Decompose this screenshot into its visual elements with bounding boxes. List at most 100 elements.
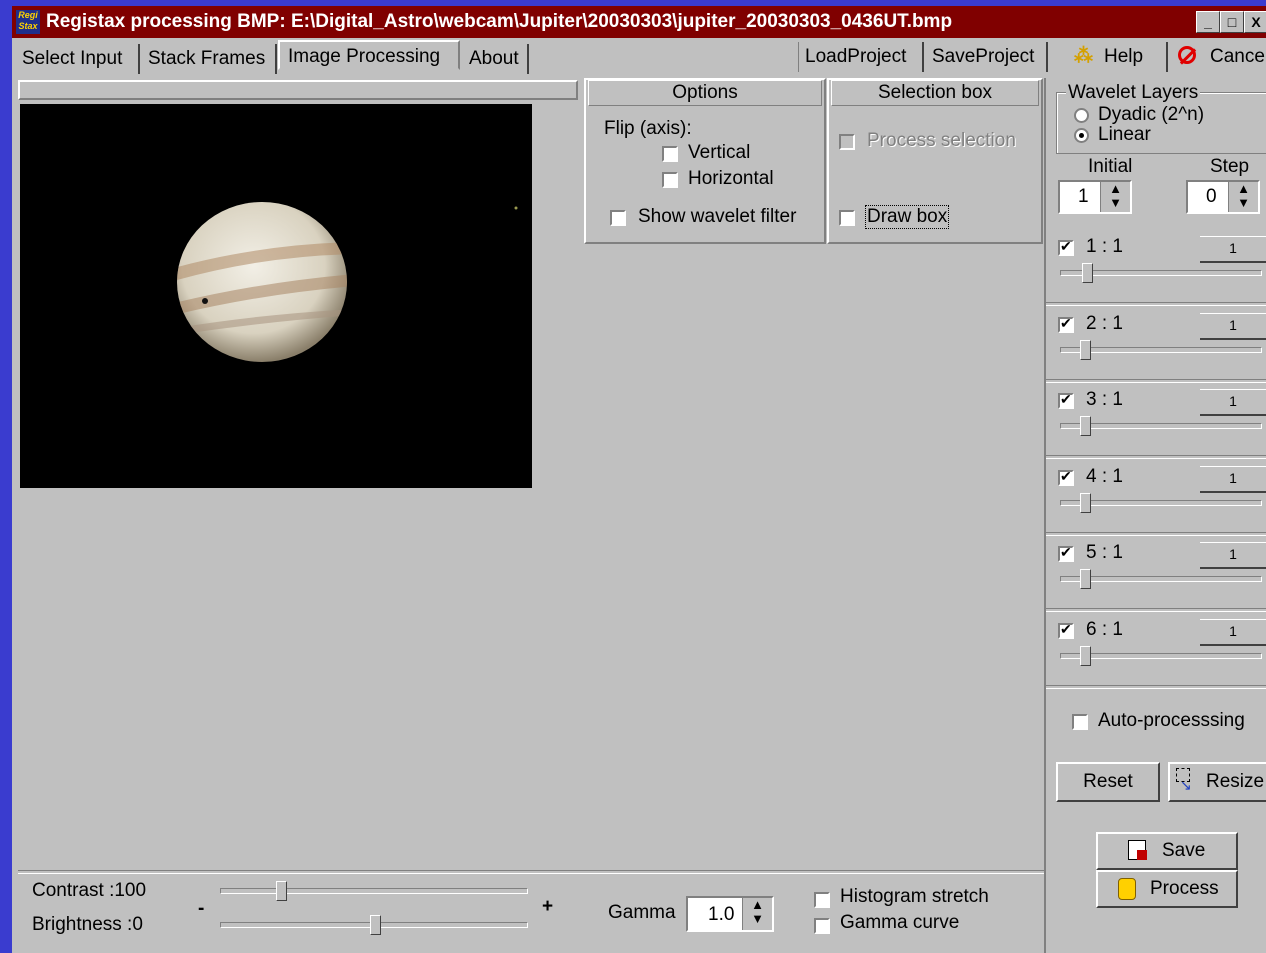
layer-3-checkbox[interactable] — [1058, 391, 1074, 409]
layer-2-checkbox[interactable] — [1058, 315, 1074, 333]
tab-about[interactable]: About — [461, 44, 529, 74]
jupiter-image-svg — [177, 202, 518, 362]
gamma-spin-arrows-icon[interactable]: ▲ ▼ — [742, 898, 772, 930]
show-wavelet-filter-label: Show wavelet filter — [638, 206, 797, 227]
draw-box-checkbox[interactable] — [839, 210, 855, 226]
linear-label: Linear — [1098, 124, 1151, 145]
tab-stack-frames[interactable]: Stack Frames — [140, 44, 277, 74]
resize-icon-arrow: ↘ — [1180, 777, 1192, 793]
wavelet-layer-6: 6 : 1 1 — [1046, 613, 1266, 689]
layer-5-value: 1 — [1200, 542, 1266, 569]
horizontal-label: Horizontal — [688, 168, 774, 189]
layer-6-value: 1 — [1200, 619, 1266, 646]
process-selection-checkbox — [839, 134, 855, 150]
auto-processing-label: Auto-processsing — [1098, 710, 1245, 731]
vertical-label: Vertical — [688, 142, 751, 163]
step-label: Step — [1210, 156, 1250, 177]
horizontal-checkbox[interactable] — [662, 172, 678, 188]
help-label: Help — [1104, 46, 1144, 67]
layer-4-slider-thumb[interactable] — [1080, 493, 1091, 513]
cancel-button[interactable]: Cancel — [1166, 42, 1266, 72]
moon-shadow — [202, 298, 208, 304]
layer-2-value: 1 — [1200, 313, 1266, 340]
adjust-panel: Contrast :100 Brightness :0 - + Gamma 1.… — [18, 872, 1044, 947]
step-spin-arrows-icon[interactable]: ▲ ▼ — [1228, 182, 1258, 212]
step-value: 0 — [1206, 186, 1217, 207]
maximize-button[interactable]: □ — [1220, 11, 1244, 33]
options-header: Options — [588, 80, 822, 106]
show-wavelet-filter-checkbox[interactable] — [610, 210, 626, 226]
layer-3-value: 1 — [1200, 389, 1266, 416]
layer-5-slider-thumb[interactable] — [1080, 569, 1091, 589]
layer-5-checkbox[interactable] — [1058, 544, 1074, 562]
layer-1-checkbox[interactable] — [1058, 238, 1074, 256]
moon — [514, 206, 518, 210]
options-panel: Options Flip (axis): Vertical Horizontal… — [584, 78, 826, 244]
auto-processing-checkbox[interactable] — [1072, 714, 1088, 730]
layer-4-label: 4 : 1 — [1086, 466, 1123, 487]
resize-label: Resize — [1206, 771, 1265, 792]
draw-box-label: Draw box — [865, 205, 950, 229]
contrast-label: Contrast :100 — [32, 880, 147, 901]
gamma-value: 1.0 — [708, 904, 735, 925]
flip-axis-label: Flip (axis): — [604, 118, 692, 139]
layer-4-checkbox[interactable] — [1058, 468, 1074, 486]
layer-1-label: 1 : 1 — [1086, 236, 1123, 257]
process-icon — [1118, 878, 1136, 900]
brightness-label: Brightness :0 — [32, 914, 143, 935]
linear-radio[interactable] — [1074, 128, 1089, 143]
layer-3-slider-thumb[interactable] — [1080, 416, 1091, 436]
save-project-button[interactable]: SaveProject — [922, 42, 1034, 72]
brightness-slider-thumb[interactable] — [370, 915, 381, 935]
layer-3-separator — [1046, 455, 1266, 459]
wavelet-layer-5: 5 : 1 1 — [1046, 536, 1266, 612]
wavelet-layer-3: 3 : 1 1 — [1046, 383, 1266, 459]
histogram-stretch-checkbox[interactable] — [814, 892, 830, 908]
vertical-checkbox[interactable] — [662, 146, 678, 162]
contrast-slider[interactable] — [220, 888, 528, 894]
selection-box-header: Selection box — [831, 80, 1039, 106]
jupiter-image[interactable] — [20, 104, 532, 488]
initial-value: 1 — [1078, 186, 1089, 207]
reset-button[interactable]: Reset — [1056, 762, 1160, 802]
layer-5-separator — [1046, 608, 1266, 612]
layer-1-value: 1 — [1200, 236, 1266, 263]
save-label: Save — [1162, 840, 1206, 861]
dyadic-label: Dyadic (2^n) — [1098, 104, 1205, 125]
wavelet-layers-header: Wavelet Layers — [1066, 82, 1201, 104]
layer-6-slider-thumb[interactable] — [1080, 646, 1091, 666]
load-project-button[interactable]: LoadProject — [798, 42, 906, 72]
slider-plus-label: + — [542, 896, 554, 917]
process-label: Process — [1150, 878, 1219, 899]
save-icon — [1128, 840, 1147, 860]
gamma-spinner[interactable]: 1.0 ▲ ▼ — [686, 896, 774, 932]
slider-minus-label: - — [198, 898, 205, 919]
wavelet-panel: Wavelet Layers Dyadic (2^n) Linear Initi… — [1044, 78, 1266, 953]
process-button[interactable]: Process — [1096, 870, 1238, 908]
wavelet-layer-1: 1 : 1 1 — [1046, 230, 1266, 306]
app-window: Regi Stax Registax processing BMP: E:\Di… — [12, 6, 1266, 953]
close-button[interactable]: X — [1244, 11, 1266, 33]
minimize-button[interactable]: _ — [1196, 11, 1220, 33]
layer-6-checkbox[interactable] — [1058, 621, 1074, 639]
help-button[interactable]: ⁂ Help — [1046, 42, 1168, 72]
process-selection-label: Process selection — [867, 130, 1016, 151]
step-spinner[interactable]: 0 ▲ ▼ — [1186, 180, 1260, 214]
initial-spinner[interactable]: 1 ▲ ▼ — [1058, 180, 1132, 214]
layer-1-slider-thumb[interactable] — [1082, 263, 1093, 283]
initial-spin-arrows-icon[interactable]: ▲ ▼ — [1100, 182, 1130, 212]
layer-5-label: 5 : 1 — [1086, 542, 1123, 563]
layer-2-slider-thumb[interactable] — [1080, 340, 1091, 360]
gamma-curve-checkbox[interactable] — [814, 918, 830, 934]
save-button[interactable]: Save — [1096, 832, 1238, 870]
tab-image-processing[interactable]: Image Processing — [278, 40, 460, 70]
resize-button[interactable]: ↘ Resize — [1168, 762, 1266, 802]
title-bar[interactable]: Regi Stax Registax processing BMP: E:\Di… — [12, 6, 1266, 38]
layer-6-separator — [1046, 685, 1266, 689]
contrast-slider-thumb[interactable] — [276, 881, 287, 901]
registax-app-icon: Regi Stax — [16, 10, 40, 34]
dyadic-radio[interactable] — [1074, 108, 1089, 123]
tab-select-input[interactable]: Select Input — [14, 44, 140, 74]
cancel-label: Cancel — [1210, 46, 1266, 67]
gamma-curve-label: Gamma curve — [840, 912, 960, 933]
